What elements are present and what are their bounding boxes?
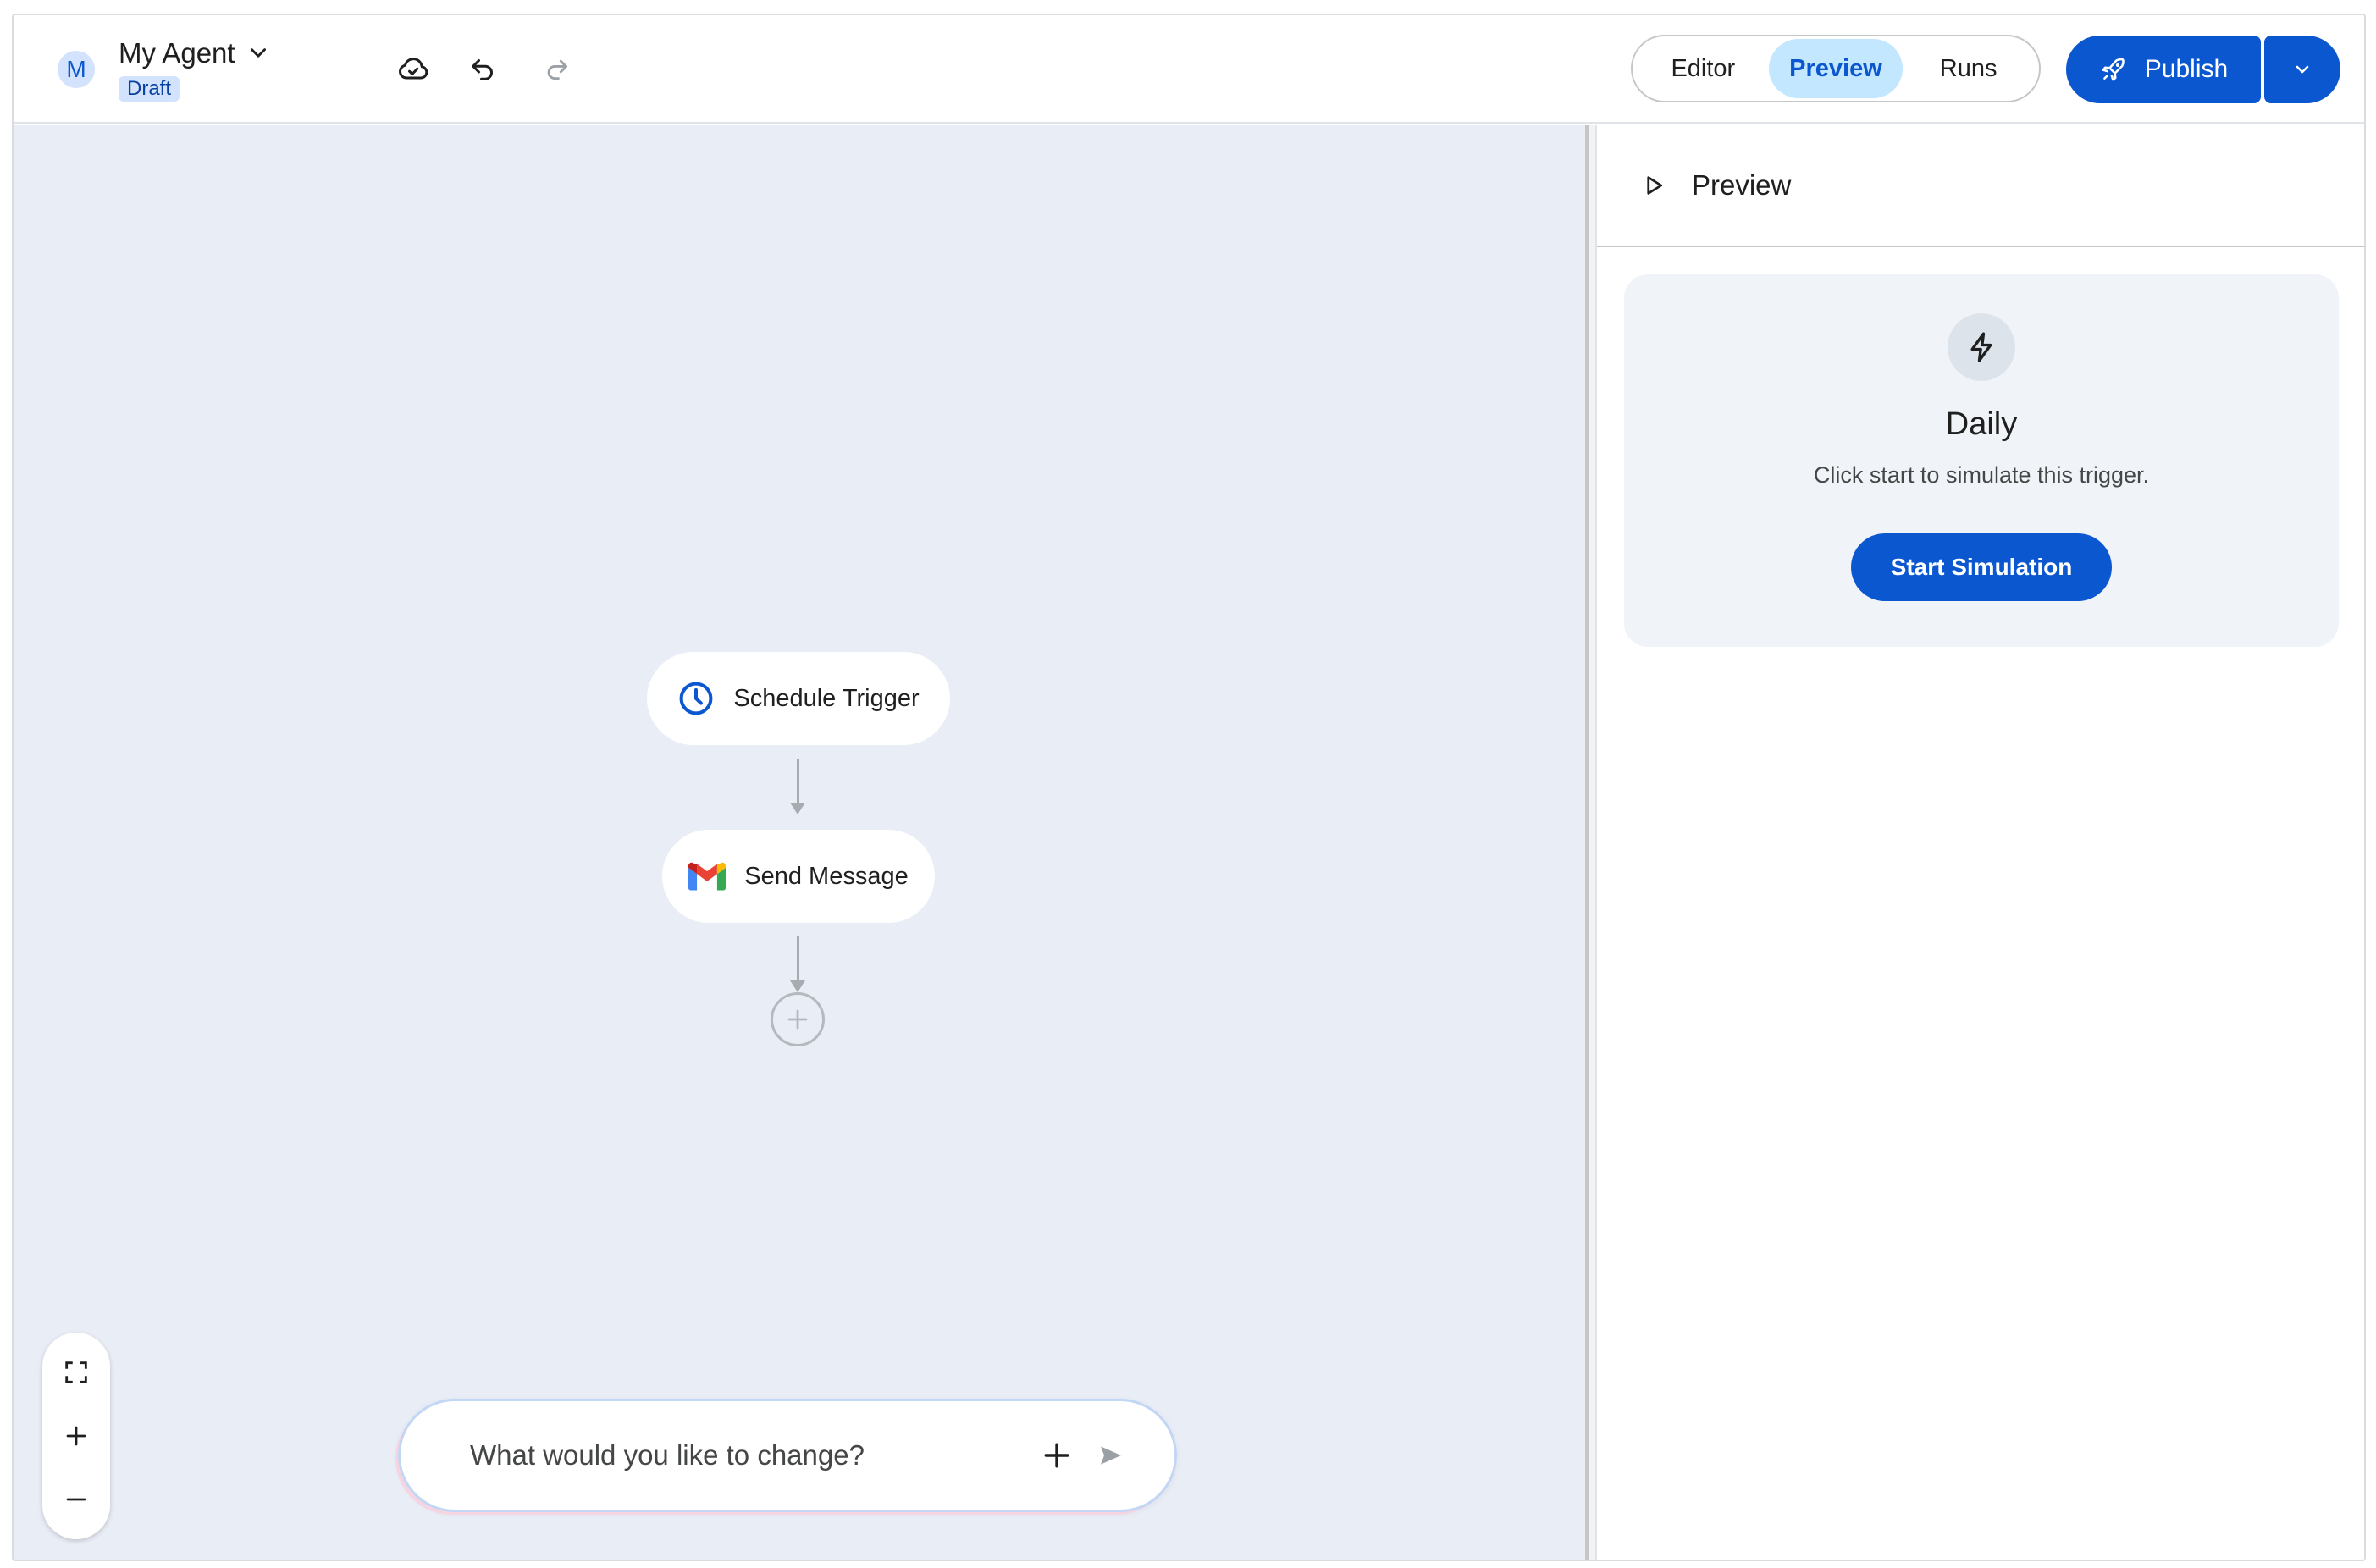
node-label: Send Message <box>744 862 909 890</box>
connector-arrow <box>790 803 805 814</box>
plus-icon <box>1044 1443 1069 1468</box>
connector-arrow <box>790 980 805 992</box>
minus-icon <box>66 1498 86 1501</box>
fullscreen-icon <box>65 1361 87 1384</box>
tab-runs[interactable]: Runs <box>1903 39 2034 98</box>
send-button[interactable] <box>1090 1434 1132 1477</box>
rocket-icon <box>2102 58 2125 81</box>
publish-label: Publish <box>2144 55 2229 83</box>
prompt-box <box>398 1399 1177 1512</box>
undo-button[interactable] <box>459 46 506 93</box>
bolt-icon <box>1970 332 1992 362</box>
cloud-check-icon <box>399 58 428 80</box>
publish-button[interactable]: Publish <box>2066 36 2261 103</box>
panel-resize-handle[interactable] <box>1585 125 1597 1560</box>
chevron-down-icon <box>2296 65 2309 74</box>
view-tabs: Editor Preview Runs <box>1631 35 2041 102</box>
tab-preview[interactable]: Preview <box>1768 39 1904 98</box>
fit-view-button[interactable] <box>52 1349 100 1396</box>
send-icon <box>1101 1446 1121 1465</box>
zoom-in-button[interactable] <box>52 1412 100 1460</box>
preview-panel: Preview Daily Click start to simulate th… <box>1597 125 2364 1560</box>
node-schedule-trigger[interactable]: Schedule Trigger <box>647 652 950 745</box>
node-send-message[interactable]: Send Message <box>662 830 935 923</box>
prompt-input[interactable] <box>470 1439 1036 1471</box>
publish-options-button[interactable] <box>2264 36 2340 103</box>
undo-icon <box>472 59 493 80</box>
trigger-card: Daily Click start to simulate this trigg… <box>1624 274 2339 647</box>
zoom-controls <box>42 1333 110 1539</box>
plus-icon <box>787 1009 808 1030</box>
panel-title: Preview <box>1692 169 1792 201</box>
attach-button[interactable] <box>1036 1434 1078 1477</box>
agent-name-dropdown[interactable]: My Agent <box>119 37 269 69</box>
redo-button[interactable] <box>533 46 581 93</box>
agent-name: My Agent <box>119 37 235 69</box>
add-step-button[interactable] <box>771 992 825 1046</box>
app-window: M My Agent Draft Editor Preview Runs Pub… <box>12 14 2366 1561</box>
node-label: Schedule Trigger <box>733 684 920 712</box>
chevron-down-icon <box>250 48 266 58</box>
tab-editor[interactable]: Editor <box>1638 39 1769 98</box>
start-simulation-button[interactable]: Start Simulation <box>1851 533 2112 601</box>
trigger-description: Click start to simulate this trigger. <box>1813 462 2150 488</box>
top-bar: M My Agent Draft Editor Preview Runs Pub… <box>14 15 2364 124</box>
avatar[interactable]: M <box>58 51 95 88</box>
play-icon[interactable] <box>1641 173 1666 198</box>
clock-icon <box>679 682 713 715</box>
preview-panel-header: Preview <box>1597 125 2364 247</box>
cloud-save-button[interactable] <box>390 46 437 93</box>
zoom-out-button[interactable] <box>52 1476 100 1523</box>
trigger-icon-badge <box>1948 313 2015 381</box>
status-badge: Draft <box>119 76 180 102</box>
gmail-icon <box>688 862 727 891</box>
plus-icon <box>66 1426 86 1446</box>
trigger-title: Daily <box>1945 406 2018 442</box>
redo-icon <box>547 59 568 80</box>
connector <box>797 936 799 980</box>
connector <box>797 759 799 803</box>
workflow-canvas[interactable]: Schedule Trigger Send Message <box>14 125 1585 1560</box>
